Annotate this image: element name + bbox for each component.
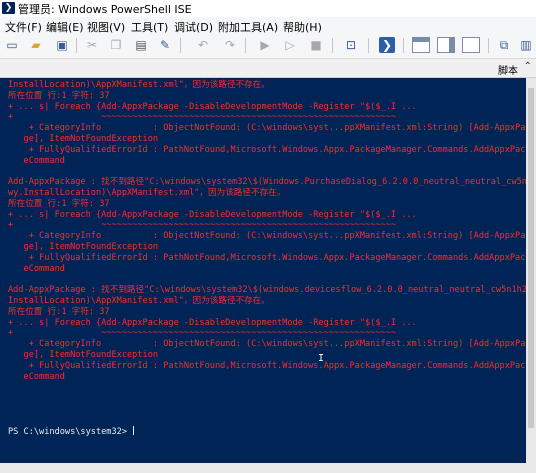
powershell-ise-app-icon: ❯ xyxy=(2,2,15,14)
paste-icon[interactable]: ▤ xyxy=(133,37,149,53)
ibeam-cursor-icon: Ι xyxy=(318,353,325,364)
save-icon[interactable]: ▣ xyxy=(54,37,70,53)
menu-addons[interactable]: 附加工具(A) xyxy=(218,19,278,35)
console-line: + ... s| Foreach {Add-AppxPackage -Disab… xyxy=(8,317,417,328)
layout-script-top-icon[interactable] xyxy=(412,37,430,53)
console-line: + CategoryInfo : ObjectNotFound: (C:\win… xyxy=(8,339,526,350)
console-line: + ~~~~~~~~~~~~~~~~~~~~~~~~~~~~~~~~~~~~~~… xyxy=(8,328,397,339)
console-prompt: PS C:\windows\system32> xyxy=(8,426,133,437)
console-line: + FullyQualifiedErrorId : PathNotFound,M… xyxy=(8,360,526,371)
text-caret xyxy=(133,425,135,435)
console-line: InstallLocation)\AppXManifest.xml"，因为该路径… xyxy=(8,80,270,90)
redo-icon[interactable]: ↷ xyxy=(222,37,238,53)
new-icon[interactable]: ▭ xyxy=(4,37,20,53)
console-line: eCommand xyxy=(8,155,65,166)
console-line: + FullyQualifiedErrorId : PathNotFound,M… xyxy=(8,144,526,155)
console-line: + ... s| Foreach {Add-AppxPackage -Disab… xyxy=(8,209,417,220)
console-pane[interactable]: InstallLocation)\AppXManifest.xml"，因为该路径… xyxy=(0,78,526,463)
console-line: Add-AppxPackage : 找不到路径"C:\windows\syste… xyxy=(8,177,526,188)
script-pane-bar: 脚本 ⌃ xyxy=(0,59,536,78)
console-horizontal-scrollbar[interactable] xyxy=(0,463,536,473)
cut-icon[interactable]: ✂ xyxy=(84,37,100,53)
layout-maximized-icon[interactable] xyxy=(462,37,480,53)
show-commands-icon[interactable]: ▥ xyxy=(518,37,534,53)
run-selection-icon[interactable]: ▷ xyxy=(282,37,298,53)
console-vertical-scrollbar[interactable] xyxy=(526,78,536,463)
toolbar: ▭ ▰ ▣ ✂ ❐ ▤ ✎ ↶ ↷ ▶ ▷ ■ ⊡ ❯ ⧉ ▥ xyxy=(0,34,536,59)
run-script-icon[interactable]: ▶ xyxy=(257,37,273,53)
console-line: + ~~~~~~~~~~~~~~~~~~~~~~~~~~~~~~~~~~~~~~… xyxy=(8,220,397,231)
console-line: 所在位置 行:1 字符: 37 xyxy=(8,198,110,209)
console-line: + CategoryInfo : ObjectNotFound: (C:\win… xyxy=(8,123,526,134)
console-line: 所在位置 行:1 字符: 37 xyxy=(8,306,110,317)
menu-file[interactable]: 文件(F) xyxy=(5,19,42,35)
console-output: InstallLocation)\AppXManifest.xml"，因为该路径… xyxy=(8,80,526,437)
console-line: wy.InstallLocation)\AppXManifest.xml"，因为… xyxy=(8,187,286,198)
console-line: + CategoryInfo : ObjectNotFound: (C:\win… xyxy=(8,231,526,242)
open-icon[interactable]: ▰ xyxy=(28,37,44,53)
stop-icon[interactable]: ■ xyxy=(308,37,324,53)
undo-icon[interactable]: ↶ xyxy=(195,37,211,53)
console-line: InstallLocation)\AppXManifest.xml"，因为该路径… xyxy=(8,295,270,306)
console-line: + FullyQualifiedErrorId : PathNotFound,M… xyxy=(8,252,526,263)
console-line: ge], ItemNotFoundException xyxy=(8,349,159,360)
console-line: ge], ItemNotFoundException xyxy=(8,133,159,144)
copy-icon[interactable]: ❐ xyxy=(108,37,124,53)
show-script-pane-icon[interactable]: ⧉ xyxy=(496,37,512,53)
menu-bar: 文件(F) 编辑(E) 视图(V) 工具(T) 调试(D) 附加工具(A) 帮助… xyxy=(0,17,536,34)
console-line: eCommand xyxy=(8,371,65,382)
clear-console-icon[interactable]: ✎ xyxy=(157,37,173,53)
start-powershell-icon[interactable]: ❯ xyxy=(379,37,395,53)
console-line: Add-AppxPackage : 找不到路径"C:\windows\syste… xyxy=(8,285,526,296)
console-line: ge], ItemNotFoundException xyxy=(8,241,159,252)
layout-script-right-icon[interactable] xyxy=(437,37,455,53)
console-line: eCommand xyxy=(8,263,65,274)
window-title: 管理员: Windows PowerShell ISE xyxy=(18,3,192,16)
scrollbar-thumb[interactable] xyxy=(528,88,534,428)
expand-script-icon[interactable]: ⌃ xyxy=(524,61,532,72)
script-pane-label[interactable]: 脚本 xyxy=(498,62,518,77)
console-line: 所在位置 行:1 字符: 37 xyxy=(8,90,110,101)
menu-help[interactable]: 帮助(H) xyxy=(283,19,322,35)
new-remote-tab-icon[interactable]: ⊡ xyxy=(343,37,359,53)
title-bar: ❯ 管理员: Windows PowerShell ISE xyxy=(0,0,536,17)
menu-tools[interactable]: 工具(T) xyxy=(131,19,168,35)
console-prompt-line[interactable]: PS C:\windows\system32> xyxy=(8,425,526,437)
menu-debug[interactable]: 调试(D) xyxy=(174,19,213,35)
menu-edit[interactable]: 编辑(E) xyxy=(46,19,84,35)
console-line: + ... s| Foreach {Add-AppxPackage -Disab… xyxy=(8,101,417,112)
menu-view[interactable]: 视图(V) xyxy=(87,19,125,35)
console-line: + ~~~~~~~~~~~~~~~~~~~~~~~~~~~~~~~~~~~~~~… xyxy=(8,112,397,123)
